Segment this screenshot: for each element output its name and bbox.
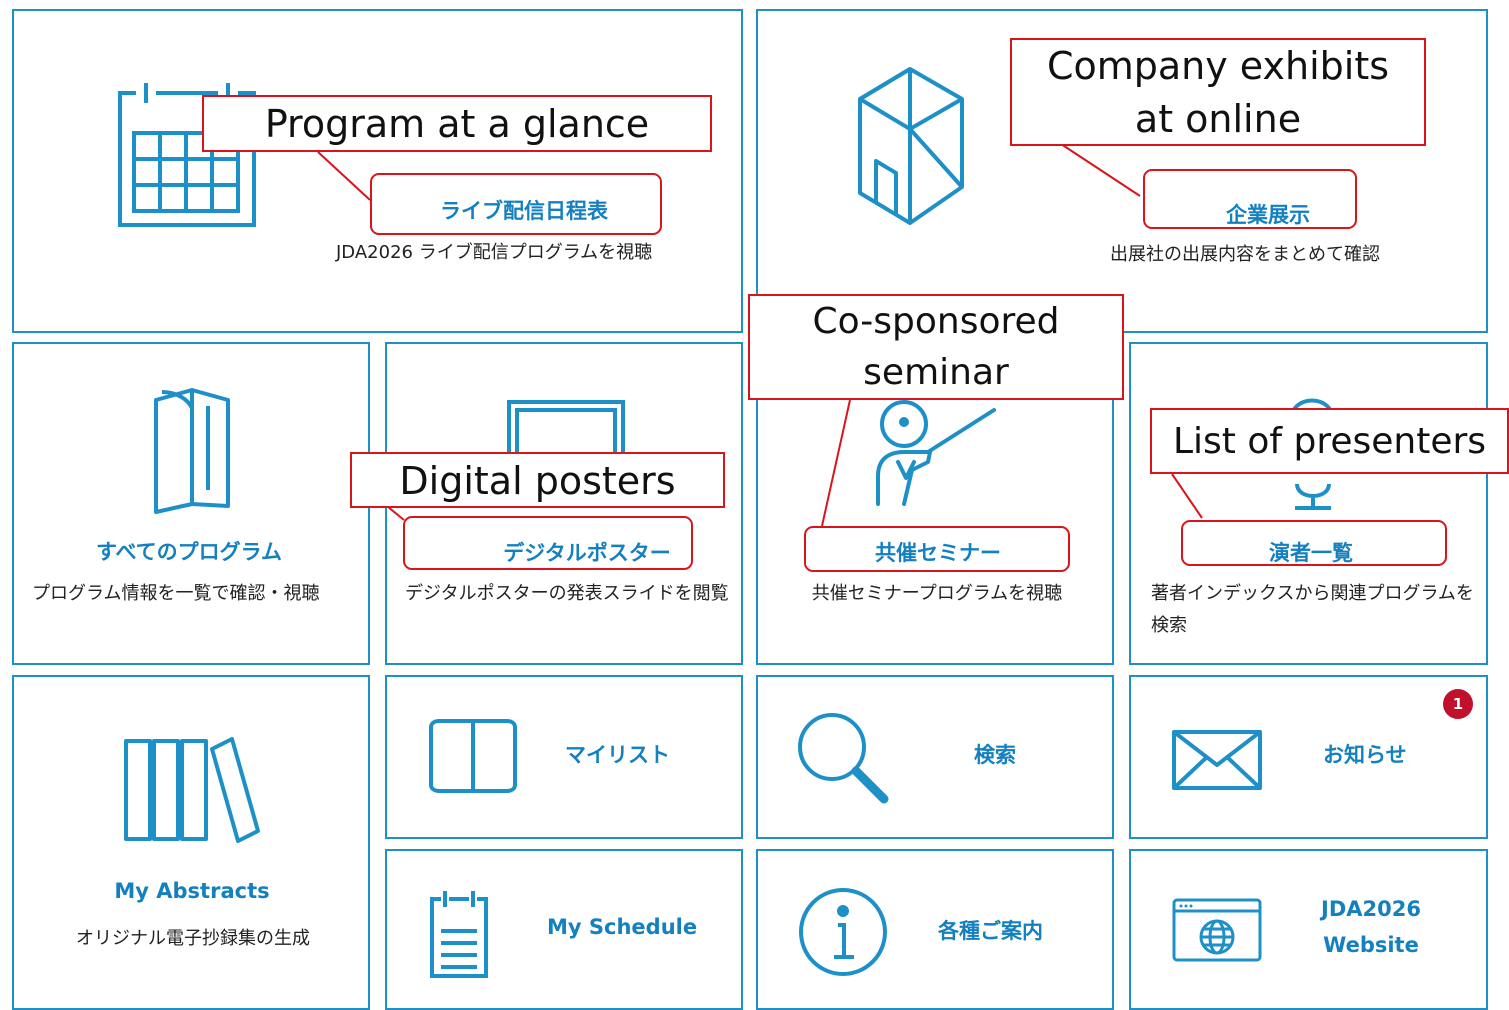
annotation-list-of-presenters: List of presenters — [1150, 408, 1509, 474]
annotation-text-line1: Co-sponsored — [812, 301, 1060, 342]
annotation-company-exhibits: Company exhibits at online — [1010, 38, 1426, 146]
annotation-program-at-a-glance: Program at a glance — [202, 95, 712, 152]
annotation-text: List of presenters — [1172, 421, 1487, 462]
annotation-text-line2: at online — [1134, 97, 1302, 141]
annotation-text-line1: Company exhibits — [1046, 44, 1390, 88]
annotation-text: Program at a glance — [264, 102, 650, 146]
annotation-co-sponsored-seminar: Co-sponsored seminar — [748, 294, 1124, 400]
annotation-text: Digital posters — [399, 459, 676, 503]
annotation-digital-posters: Digital posters — [350, 452, 725, 508]
annotation-text-line2: seminar — [863, 352, 1009, 393]
